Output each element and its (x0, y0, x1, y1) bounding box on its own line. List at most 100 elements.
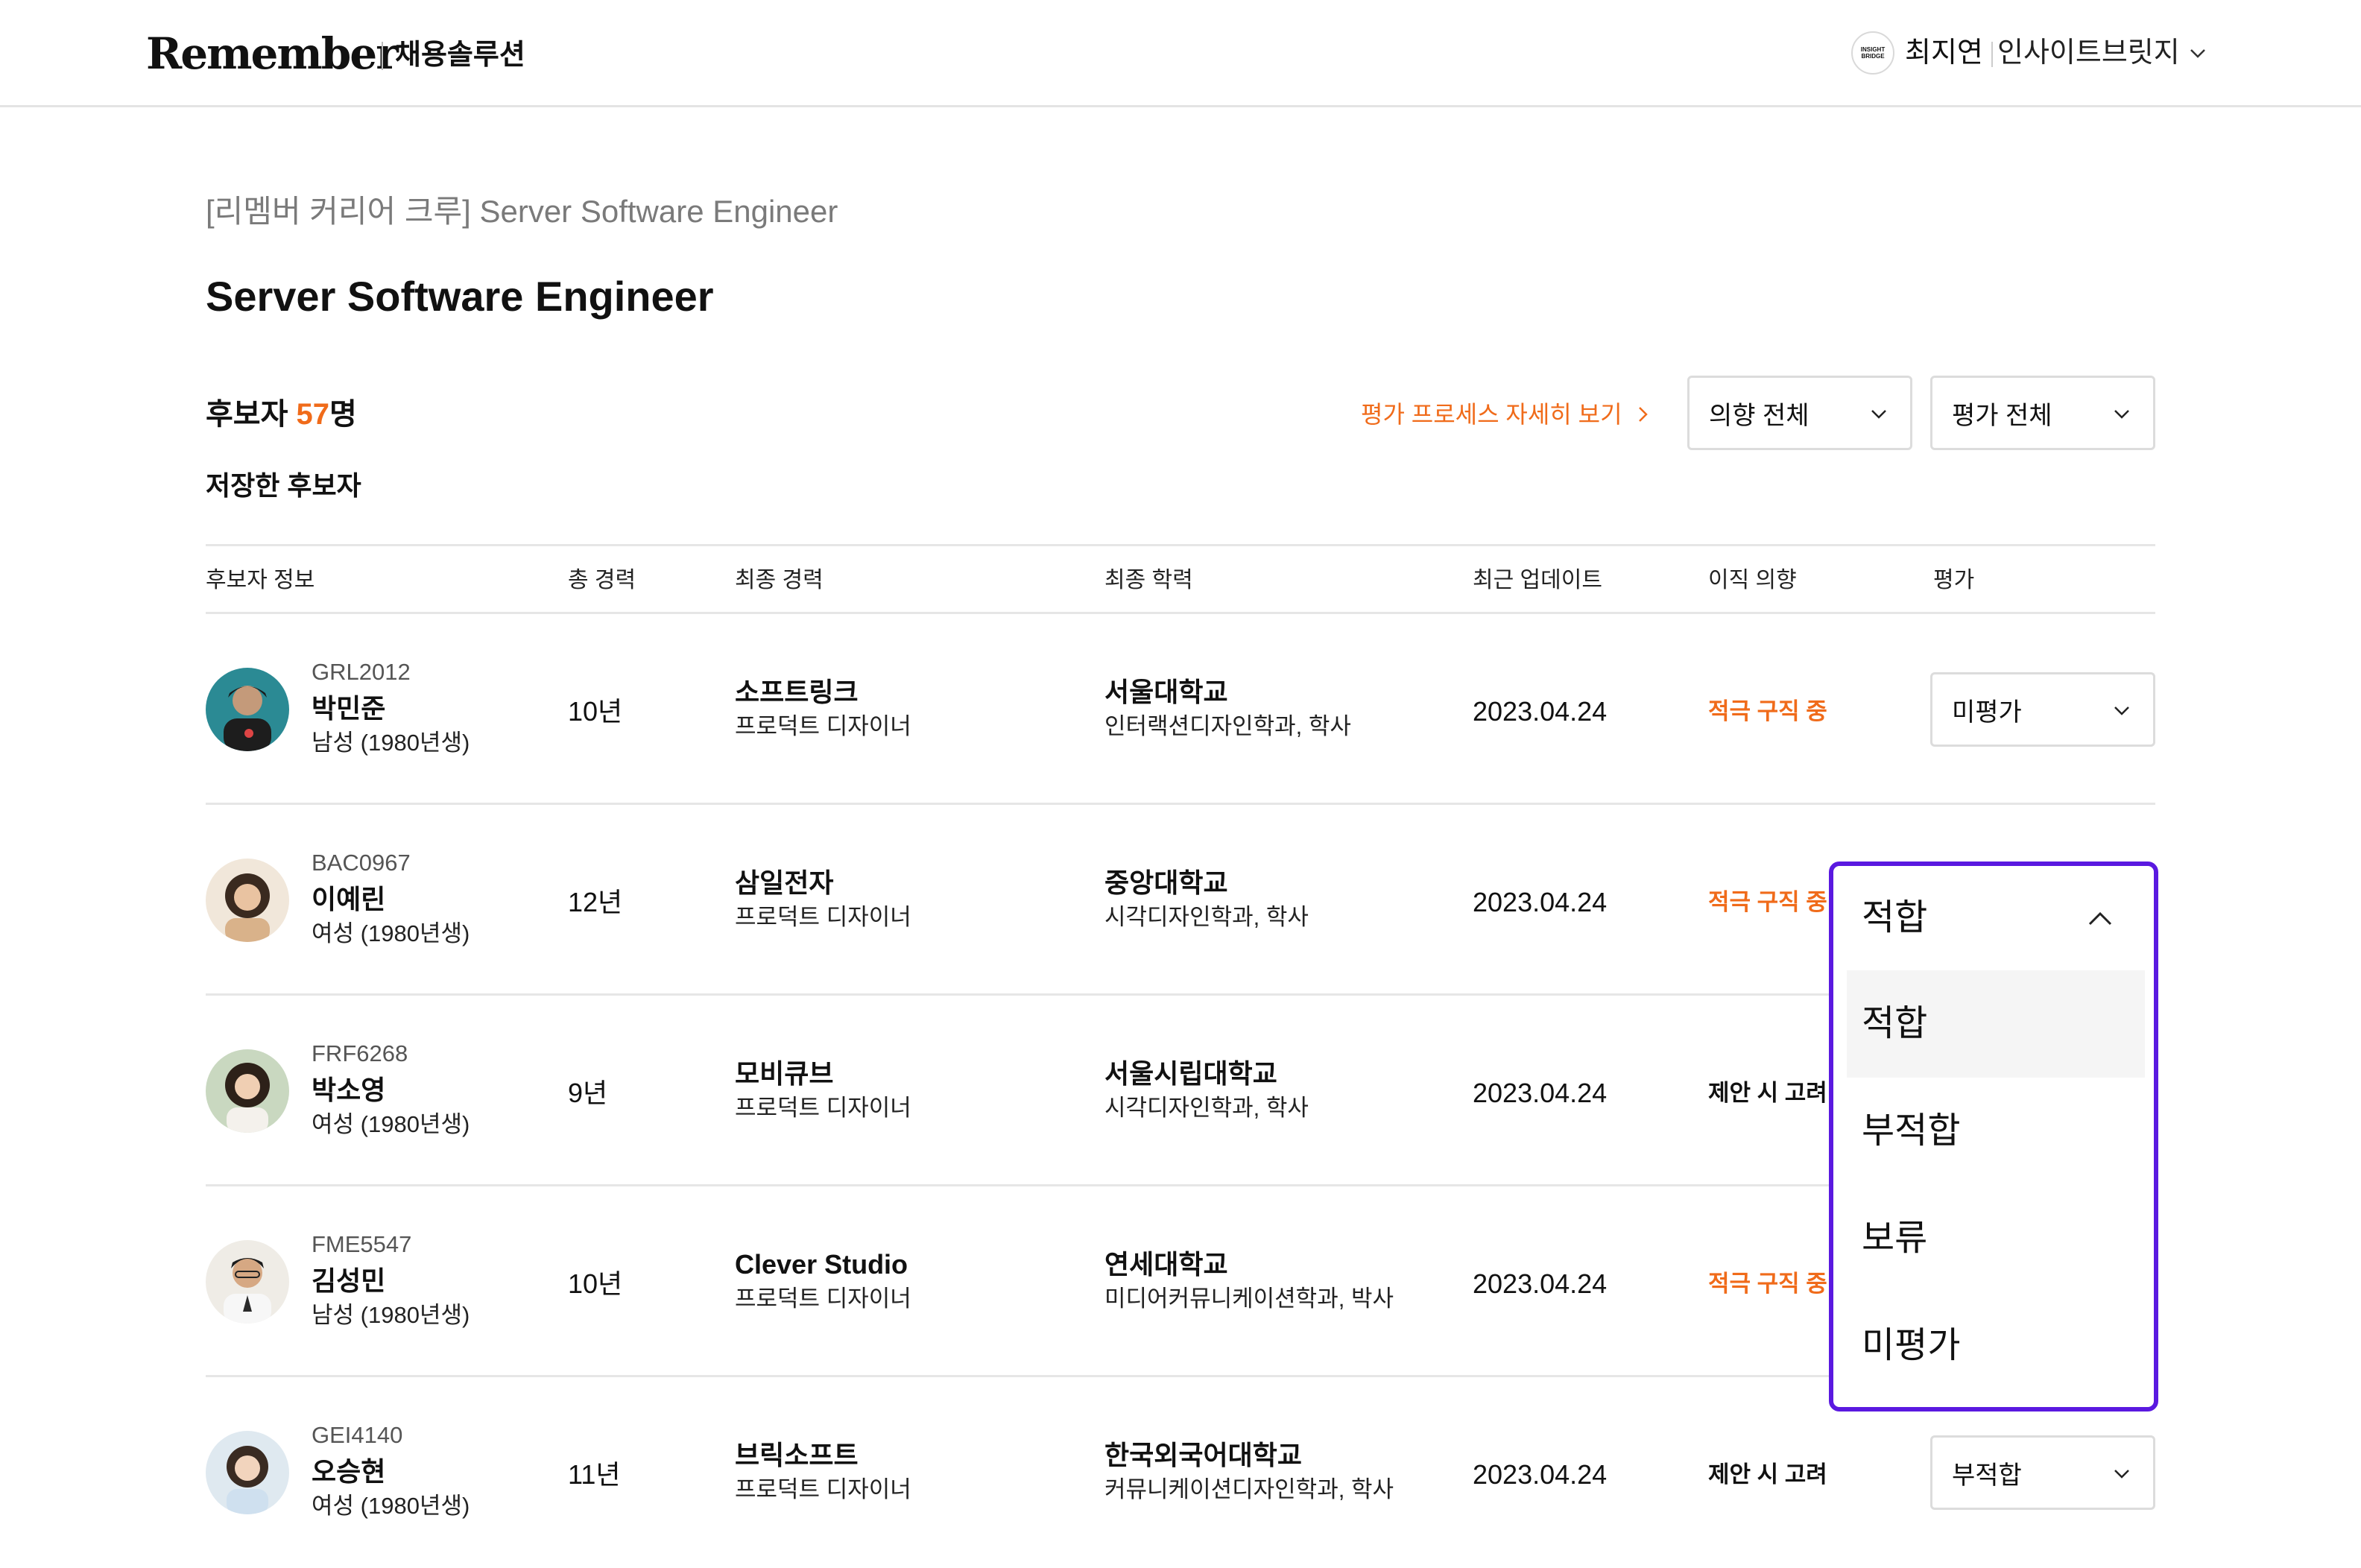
candidate-id: GEI4140 (312, 1422, 403, 1448)
table-header: 후보자 정보 총 경력 최종 경력 최종 학력 최근 업데이트 이직 의향 평가 (206, 544, 2155, 614)
total-career-years: 11년 (568, 1459, 621, 1490)
last-role: 프로덕트 디자이너 (735, 1476, 911, 1502)
evaluation-select[interactable]: 부적합 (1930, 1435, 2155, 1510)
job-intent-status: 적극 구직 중 (1708, 1271, 1827, 1297)
last-role: 프로덕트 디자이너 (735, 713, 911, 739)
logo-subtitle: 채용솔루션 (395, 39, 525, 71)
total-career-years: 9년 (568, 1078, 608, 1108)
major-degree: 인터랙션디자인학과, 학사 (1104, 713, 1351, 739)
dropdown-option-unevaluated[interactable]: 미평가 (1847, 1292, 2145, 1400)
evaluation-dropdown-selected: 적합 (1862, 898, 1928, 938)
dropdown-option-unsuitable[interactable]: 부적합 (1847, 1078, 2145, 1185)
column-evaluation: 평가 (1933, 568, 1975, 592)
school-name: 중앙대학교 (1104, 867, 1228, 898)
candidate-name[interactable]: 이예린 (312, 882, 385, 917)
remember-logo[interactable]: Remember (146, 30, 399, 78)
intent-filter-select[interactable]: 의향 전체 (1687, 376, 1912, 450)
chevron-down-icon[interactable] (2187, 42, 2209, 64)
updated-date: 2023.04.24 (1473, 1268, 1608, 1299)
candidate-count-prefix: 후보자 (206, 398, 297, 431)
dropdown-option-suitable[interactable]: 적합 (1847, 970, 2145, 1078)
evaluation-dropdown-toggle[interactable]: 적합 (1833, 866, 2154, 970)
avatar (206, 859, 289, 942)
organization-name[interactable]: 인사이트브릿지 (1997, 34, 2180, 72)
avatar (206, 1049, 289, 1133)
column-education: 최종 학력 (1104, 568, 1193, 592)
column-updated: 최근 업데이트 (1473, 568, 1602, 592)
total-career-years: 12년 (568, 887, 623, 917)
page-title: Server Software Engineer (206, 273, 714, 320)
total-career-years: 10년 (568, 696, 623, 727)
evaluation-filter-select[interactable]: 평가 전체 (1930, 376, 2155, 450)
column-candidate-info: 후보자 정보 (206, 568, 315, 592)
chevron-down-icon (1871, 410, 1886, 419)
chevron-up-icon (2088, 911, 2112, 926)
updated-date: 2023.04.24 (1473, 696, 1608, 727)
last-company: Clever Studio (735, 1249, 908, 1280)
school-name: 연세대학교 (1104, 1249, 1228, 1280)
job-intent-status: 제안 시 고려 (1708, 1461, 1827, 1488)
evaluation-select[interactable]: 미평가 (1930, 672, 2155, 747)
evaluation-process-label: 평가 프로세스 자세히 보기 (1361, 401, 1622, 428)
table-row[interactable]: GRL2012 박민준 남성 (1980년생) 10년 소프트링크 프로덕트 디… (206, 614, 2155, 805)
candidate-gender-birth: 여성 (1980년생) (312, 1111, 470, 1137)
candidate-name[interactable]: 오승현 (312, 1455, 385, 1489)
user-name[interactable]: 최지연 (1905, 34, 1983, 72)
evaluation-process-link[interactable]: 평가 프로세스 자세히 보기 (1361, 395, 1652, 434)
evaluation-filter-value: 평가 전체 (1952, 401, 2052, 430)
candidate-name[interactable]: 박소영 (312, 1073, 385, 1107)
candidate-id: GRL2012 (312, 659, 411, 685)
major-degree: 시각디자인학과, 학사 (1104, 1095, 1309, 1121)
school-name: 한국외국어대학교 (1104, 1440, 1302, 1470)
evaluation-dropdown-open[interactable]: 적합 적합 부적합 보류 미평가 (1829, 862, 2158, 1411)
top-header: Remember 채용솔루션 INSIGHT BRIDGE 최지연 인사이트브릿… (0, 0, 2361, 107)
candidate-count-suffix: 명 (329, 398, 357, 431)
job-intent-status: 제안 시 고려 (1708, 1080, 1827, 1106)
user-divider (1991, 42, 1993, 67)
candidate-gender-birth: 남성 (1980년생) (312, 1302, 470, 1328)
avatar (206, 668, 289, 751)
major-degree: 시각디자인학과, 학사 (1104, 904, 1309, 930)
last-role: 프로덕트 디자이너 (735, 904, 911, 930)
avatar (206, 1431, 289, 1514)
column-total-career: 총 경력 (568, 568, 636, 592)
candidate-id: FRF6268 (312, 1040, 408, 1066)
last-company: 브릭소프트 (735, 1440, 859, 1470)
chevron-down-icon (2114, 1470, 2129, 1479)
last-company: 삼일전자 (735, 867, 834, 898)
major-degree: 미디어커뮤니케이션학과, 박사 (1104, 1286, 1394, 1312)
candidate-name[interactable]: 박민준 (312, 692, 385, 726)
last-role: 프로덕트 디자이너 (735, 1095, 911, 1121)
evaluation-value: 미평가 (1952, 698, 2022, 727)
candidate-id: FME5547 (312, 1231, 412, 1257)
last-company: 모비큐브 (735, 1058, 834, 1089)
dropdown-option-hold[interactable]: 보류 (1847, 1185, 2145, 1292)
chevron-down-icon (2114, 410, 2129, 419)
company-logo: INSIGHT BRIDGE (1851, 31, 1894, 75)
saved-candidates-tab[interactable]: 저장한 후보자 (206, 467, 361, 505)
chevron-down-icon (2114, 706, 2129, 715)
updated-date: 2023.04.24 (1473, 1459, 1608, 1490)
intent-filter-value: 의향 전체 (1709, 401, 1810, 430)
candidate-gender-birth: 여성 (1980년생) (312, 1493, 470, 1519)
evaluation-value: 부적합 (1952, 1461, 2022, 1490)
candidate-id: BAC0967 (312, 850, 411, 876)
column-intent: 이직 의향 (1708, 568, 1797, 592)
total-career-years: 10년 (568, 1268, 623, 1299)
major-degree: 커뮤니케이션디자인학과, 학사 (1104, 1476, 1394, 1502)
updated-date: 2023.04.24 (1473, 887, 1608, 917)
candidate-gender-birth: 여성 (1980년생) (312, 920, 470, 946)
logo-divider (382, 42, 383, 70)
breadcrumb: [리멤버 커리어 크루] Server Software Engineer (206, 194, 838, 229)
chevron-right-icon (1638, 407, 1648, 422)
job-intent-status: 적극 구직 중 (1708, 698, 1827, 724)
column-last-career: 최종 경력 (735, 568, 824, 592)
school-name: 서울시립대학교 (1104, 1058, 1277, 1089)
candidate-name[interactable]: 김성민 (312, 1264, 385, 1298)
school-name: 서울대학교 (1104, 677, 1228, 707)
last-role: 프로덕트 디자이너 (735, 1286, 911, 1312)
job-intent-status: 적극 구직 중 (1708, 889, 1827, 915)
updated-date: 2023.04.24 (1473, 1078, 1608, 1108)
candidate-gender-birth: 남성 (1980년생) (312, 730, 470, 756)
candidate-count: 후보자 57명 (206, 393, 357, 435)
